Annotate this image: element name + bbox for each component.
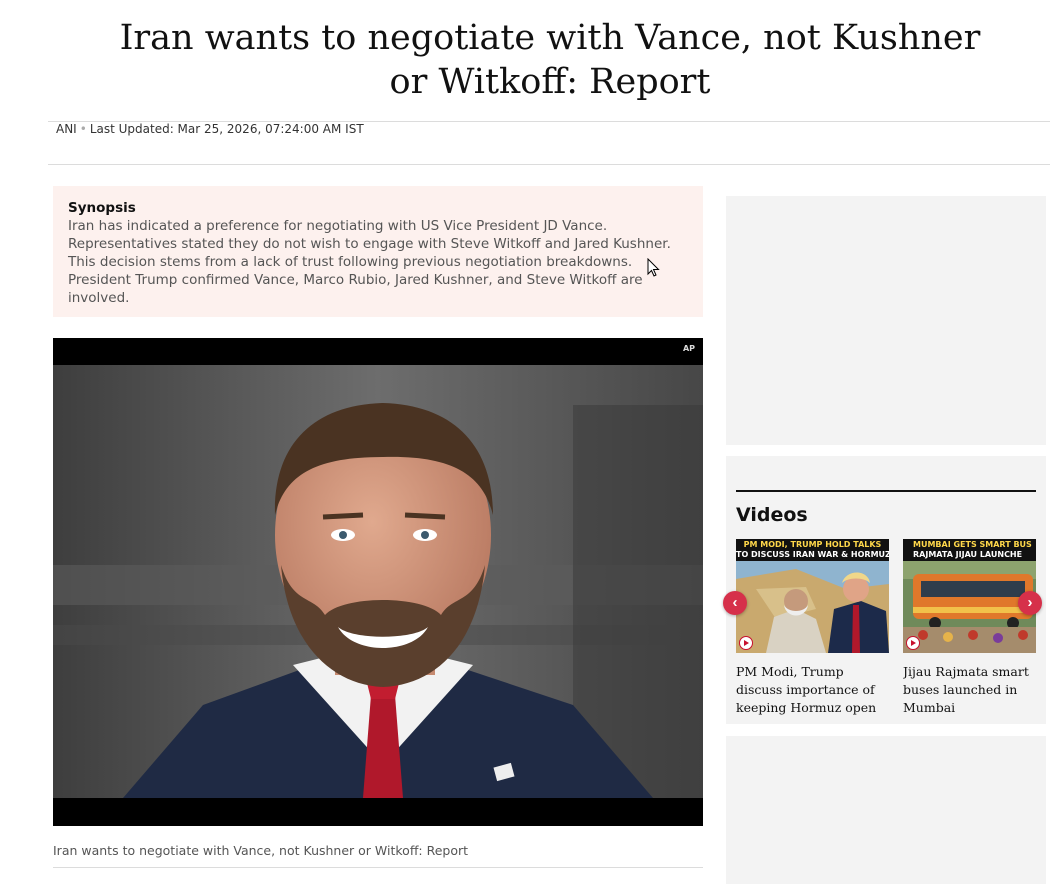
- thumbnail-line: RAJMATA JIJAU LAUNCHE: [913, 550, 1023, 559]
- hero-photo: [53, 365, 703, 798]
- image-credit: AP: [682, 344, 695, 353]
- divider: [53, 867, 703, 868]
- thumbnail-line: TO DISCUSS IRAN WAR & HORMUZ: [736, 550, 889, 559]
- play-icon[interactable]: [739, 636, 753, 650]
- videos-heading: Videos: [736, 504, 808, 526]
- chevron-right-icon: ›: [1027, 594, 1033, 611]
- article-headline: Iran wants to negotiate with Vance, not …: [119, 18, 981, 102]
- play-icon[interactable]: [906, 636, 920, 650]
- thumbnail-line: MUMBAI GETS SMART BUS: [913, 540, 1032, 549]
- thumbnail-headline: MUMBAI GETS SMART BUS RAJMATA JIJAU LAUN…: [903, 539, 1036, 561]
- last-updated: Last Updated: Mar 25, 2026, 07:24:00 AM …: [89, 122, 364, 136]
- video-thumbnail[interactable]: PM MODI, TRUMP HOLD TALKS TO DISCUSS IRA…: [736, 539, 889, 653]
- synopsis-title: Synopsis: [68, 200, 136, 216]
- video-card[interactable]: PM MODI, TRUMP HOLD TALKS TO DISCUSS IRA…: [736, 539, 889, 717]
- carousel-next-button[interactable]: ›: [1018, 591, 1042, 615]
- source-name[interactable]: ANI: [56, 122, 77, 136]
- carousel-prev-button[interactable]: ‹: [723, 591, 747, 615]
- byline: ANI • Last Updated: Mar 25, 2026, 07:24:00…: [56, 122, 364, 136]
- video-title[interactable]: Jijau Rajmata smart buses launched in Mu…: [903, 663, 1036, 717]
- video-thumbnail[interactable]: MUMBAI GETS SMART BUS RAJMATA JIJAU LAUN…: [903, 539, 1036, 653]
- ad-placeholder: [726, 736, 1046, 884]
- videos-widget: Videos PM MODI, TRUMP HOLD TALKS TO DISC…: [726, 456, 1046, 724]
- thumbnail-line: PM MODI, TRUMP HOLD TALKS: [743, 540, 882, 549]
- synopsis-body: Iran has indicated a preference for nego…: [68, 218, 671, 306]
- ad-placeholder: [726, 196, 1046, 445]
- mouse-cursor-icon: [647, 258, 660, 277]
- videos-rule: [736, 490, 1036, 492]
- hero-image[interactable]: AP: [53, 338, 703, 826]
- byline-separator: •: [79, 122, 87, 136]
- synopsis-box: Synopsis Iran has indicated a preference…: [53, 186, 703, 317]
- image-caption: Iran wants to negotiate with Vance, not …: [53, 843, 469, 858]
- thumbnail-headline: PM MODI, TRUMP HOLD TALKS TO DISCUSS IRA…: [736, 539, 889, 561]
- video-title[interactable]: PM Modi, Trump discuss importance of kee…: [736, 663, 889, 717]
- chevron-left-icon: ‹: [732, 594, 738, 611]
- video-card[interactable]: MUMBAI GETS SMART BUS RAJMATA JIJAU LAUN…: [903, 539, 1036, 717]
- divider: [48, 164, 1050, 165]
